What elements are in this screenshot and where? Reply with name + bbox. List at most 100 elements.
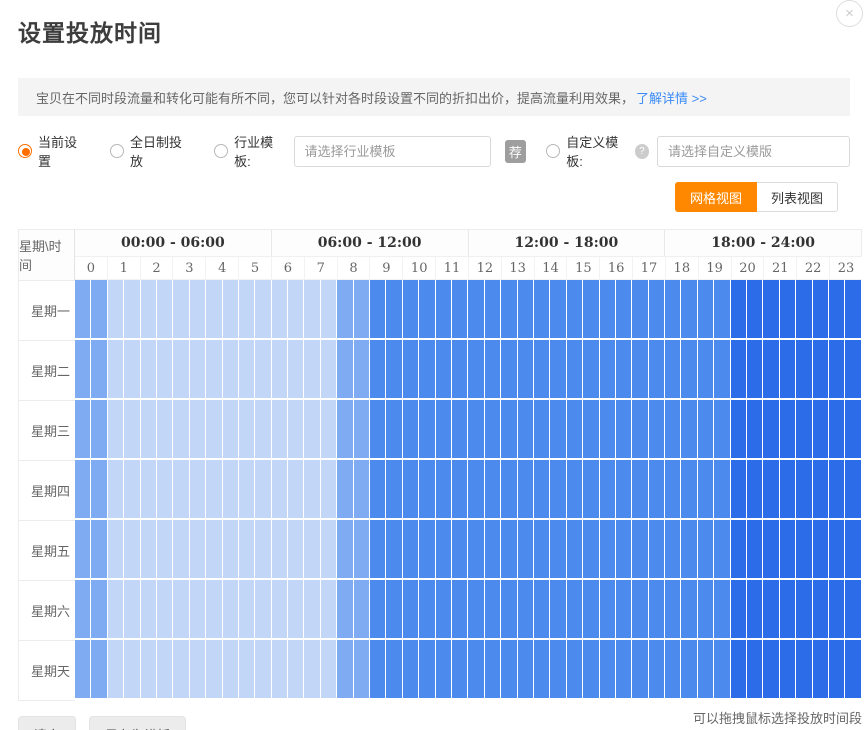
- time-slot-cell[interactable]: [436, 460, 451, 518]
- time-slot-cell[interactable]: [763, 400, 778, 458]
- time-slot-cell[interactable]: [813, 460, 828, 518]
- time-slot-cell[interactable]: [567, 580, 582, 638]
- time-slot-cell[interactable]: [583, 340, 598, 398]
- time-slot-cell[interactable]: [321, 400, 336, 458]
- time-slot-cell[interactable]: [632, 460, 647, 518]
- time-slot-cell[interactable]: [386, 400, 401, 458]
- time-slot-cell[interactable]: [780, 640, 795, 698]
- time-slot-cell[interactable]: [567, 520, 582, 578]
- time-slot-cell[interactable]: [813, 340, 828, 398]
- time-slot-cell[interactable]: [600, 520, 615, 578]
- time-slot-cell[interactable]: [681, 280, 696, 338]
- time-slot-cell[interactable]: [665, 640, 680, 698]
- time-slot-cell[interactable]: [796, 580, 811, 638]
- time-slot-cell[interactable]: [698, 580, 713, 638]
- time-slot-cell[interactable]: [698, 640, 713, 698]
- time-slot-cell[interactable]: [403, 340, 418, 398]
- time-slot-cell[interactable]: [813, 640, 828, 698]
- time-slot-cell[interactable]: [616, 460, 631, 518]
- time-slot-cell[interactable]: [321, 280, 336, 338]
- time-slot-cell[interactable]: [681, 640, 696, 698]
- time-slot-cell[interactable]: [567, 460, 582, 518]
- time-slot-cell[interactable]: [698, 400, 713, 458]
- time-slot-cell[interactable]: [337, 460, 352, 518]
- time-slot-cell[interactable]: [829, 400, 844, 458]
- time-slot-cell[interactable]: [796, 400, 811, 458]
- time-slot-cell[interactable]: [714, 520, 729, 578]
- time-slot-cell[interactable]: [763, 520, 778, 578]
- time-slot-cell[interactable]: [436, 520, 451, 578]
- time-slot-cell[interactable]: [239, 520, 254, 578]
- time-slot-cell[interactable]: [157, 580, 172, 638]
- time-slot-cell[interactable]: [173, 460, 188, 518]
- time-slot-cell[interactable]: [91, 280, 106, 338]
- time-slot-cell[interactable]: [485, 520, 500, 578]
- time-slot-cell[interactable]: [190, 400, 205, 458]
- time-slot-cell[interactable]: [632, 340, 647, 398]
- time-slot-cell[interactable]: [747, 460, 762, 518]
- time-slot-cell[interactable]: [813, 520, 828, 578]
- time-slot-cell[interactable]: [698, 340, 713, 398]
- time-slot-cell[interactable]: [780, 340, 795, 398]
- time-slot-cell[interactable]: [829, 580, 844, 638]
- time-slot-cell[interactable]: [223, 280, 238, 338]
- time-slot-cell[interactable]: [386, 520, 401, 578]
- time-slot-cell[interactable]: [518, 640, 533, 698]
- time-slot-cell[interactable]: [370, 520, 385, 578]
- time-slot-cell[interactable]: [223, 460, 238, 518]
- time-slot-cell[interactable]: [731, 280, 746, 338]
- time-slot-cell[interactable]: [354, 340, 369, 398]
- time-slot-cell[interactable]: [255, 280, 270, 338]
- time-slot-cell[interactable]: [747, 400, 762, 458]
- time-slot-cell[interactable]: [75, 280, 90, 338]
- time-slot-cell[interactable]: [649, 280, 664, 338]
- time-slot-cell[interactable]: [632, 640, 647, 698]
- time-slot-cell[interactable]: [288, 640, 303, 698]
- time-slot-cell[interactable]: [190, 460, 205, 518]
- time-slot-cell[interactable]: [288, 340, 303, 398]
- time-slot-cell[interactable]: [567, 280, 582, 338]
- radio-full-day-icon[interactable]: [110, 144, 124, 158]
- time-slot-cell[interactable]: [731, 460, 746, 518]
- time-slot-cell[interactable]: [272, 520, 287, 578]
- time-slot-cell[interactable]: [141, 520, 156, 578]
- time-slot-cell[interactable]: [681, 580, 696, 638]
- time-slot-cell[interactable]: [255, 520, 270, 578]
- time-slot-cell[interactable]: [108, 460, 123, 518]
- time-slot-cell[interactable]: [419, 580, 434, 638]
- time-slot-cell[interactable]: [108, 400, 123, 458]
- time-slot-cell[interactable]: [124, 280, 139, 338]
- time-slot-cell[interactable]: [501, 520, 516, 578]
- time-slot-cell[interactable]: [239, 340, 254, 398]
- help-icon[interactable]: ?: [635, 144, 649, 159]
- time-slot-cell[interactable]: [255, 340, 270, 398]
- time-slot-cell[interactable]: [616, 640, 631, 698]
- time-slot-cell[interactable]: [600, 340, 615, 398]
- time-slot-cell[interactable]: [419, 280, 434, 338]
- time-slot-cell[interactable]: [436, 280, 451, 338]
- time-slot-cell[interactable]: [354, 400, 369, 458]
- time-slot-cell[interactable]: [272, 460, 287, 518]
- time-slot-cell[interactable]: [304, 340, 319, 398]
- time-slot-cell[interactable]: [436, 640, 451, 698]
- time-slot-cell[interactable]: [223, 640, 238, 698]
- time-slot-cell[interactable]: [321, 640, 336, 698]
- time-slot-cell[interactable]: [632, 400, 647, 458]
- time-slot-cell[interactable]: [141, 340, 156, 398]
- time-slot-cell[interactable]: [173, 520, 188, 578]
- time-slot-cell[interactable]: [534, 400, 549, 458]
- time-slot-cell[interactable]: [649, 340, 664, 398]
- time-slot-cell[interactable]: [91, 520, 106, 578]
- time-slot-cell[interactable]: [747, 340, 762, 398]
- custom-template-input[interactable]: [657, 136, 850, 167]
- time-slot-cell[interactable]: [501, 280, 516, 338]
- time-slot-cell[interactable]: [600, 280, 615, 338]
- time-slot-cell[interactable]: [583, 580, 598, 638]
- time-slot-cell[interactable]: [370, 640, 385, 698]
- time-slot-cell[interactable]: [829, 460, 844, 518]
- radio-industry-template[interactable]: 行业模板:: [214, 132, 285, 170]
- time-slot-cell[interactable]: [321, 340, 336, 398]
- time-slot-cell[interactable]: [124, 460, 139, 518]
- time-slot-cell[interactable]: [239, 280, 254, 338]
- list-view-button[interactable]: 列表视图: [757, 182, 838, 212]
